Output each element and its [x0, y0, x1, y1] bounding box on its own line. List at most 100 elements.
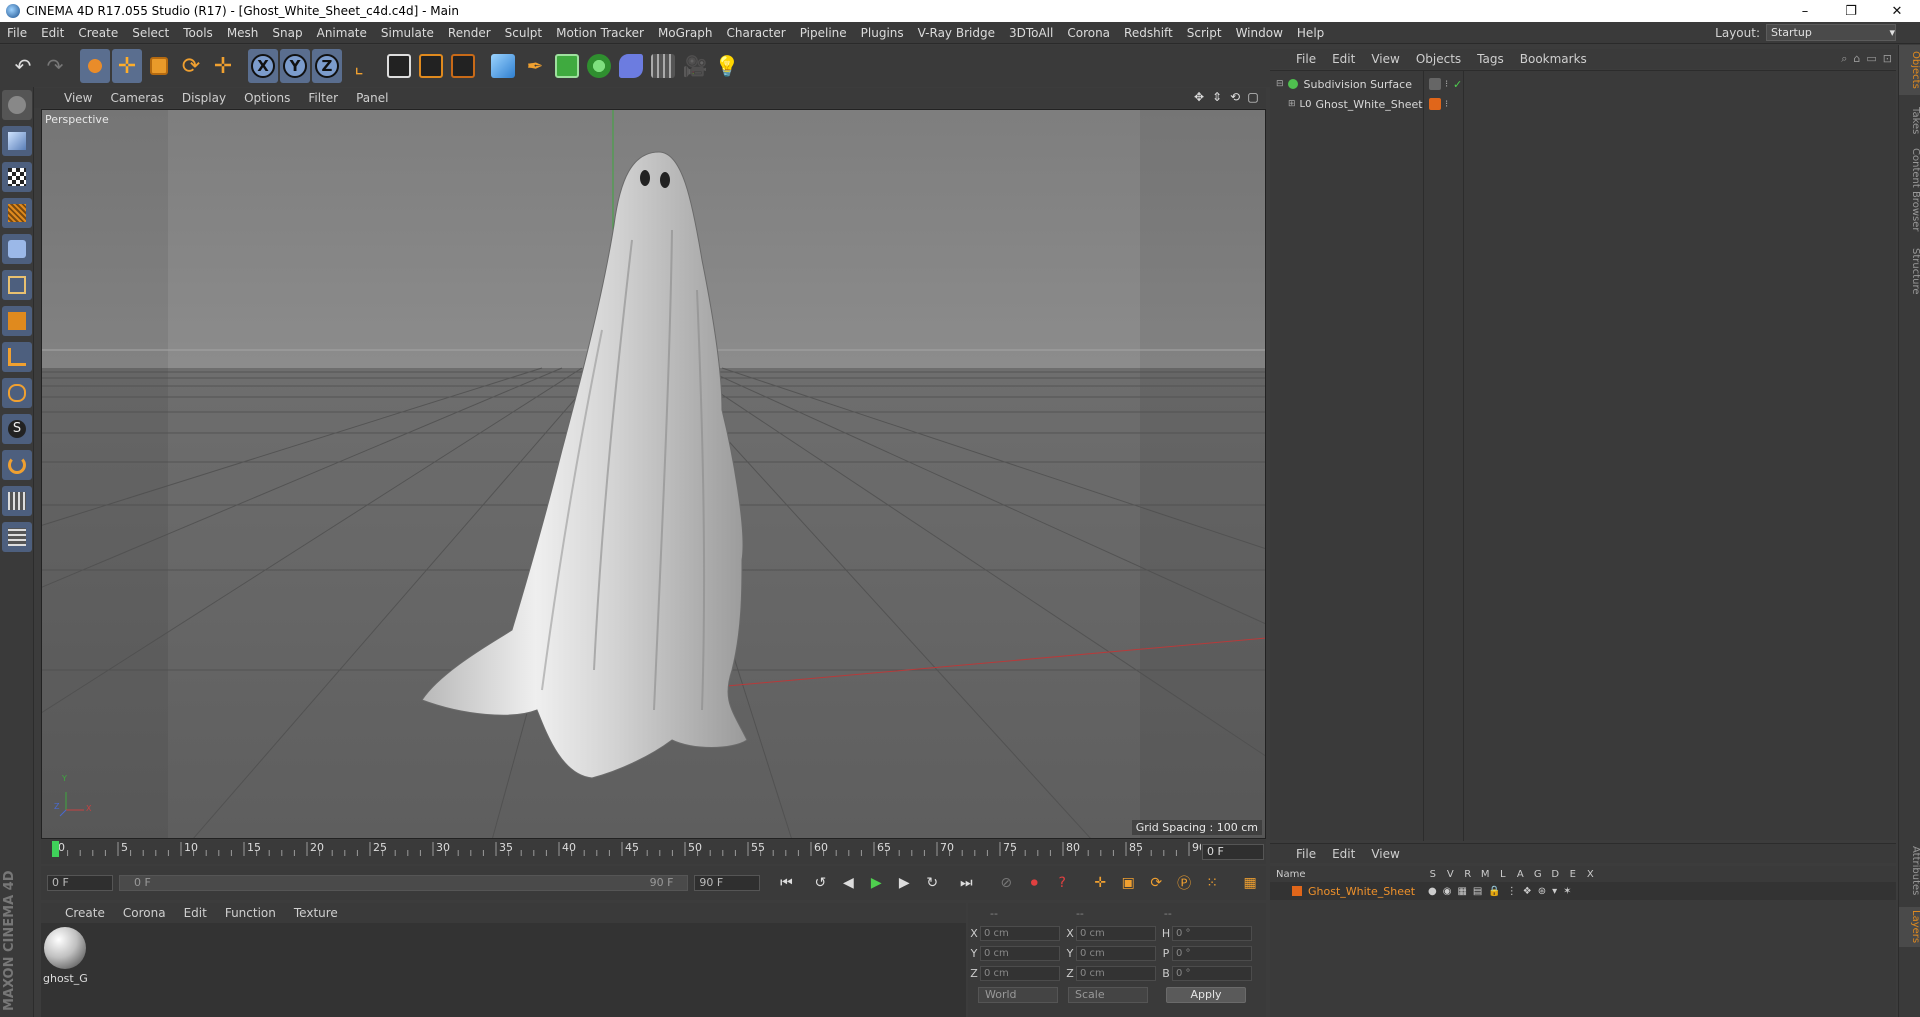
om-menu-objects[interactable]: Objects	[1408, 52, 1469, 66]
dolly-icon[interactable]: ⇕	[1210, 90, 1224, 104]
col-view[interactable]: V	[1442, 869, 1460, 880]
menu-animate[interactable]: Animate	[310, 26, 374, 40]
lm-menu-view[interactable]: View	[1363, 847, 1407, 861]
minimize-button[interactable]: –	[1782, 0, 1828, 22]
redo-button[interactable]: ↷	[40, 49, 70, 83]
om-menu-tags[interactable]: Tags	[1469, 52, 1512, 66]
folder-icon[interactable]: ▭	[1866, 52, 1876, 66]
deformer-button[interactable]	[616, 49, 646, 83]
pan-icon[interactable]: ✥	[1192, 90, 1206, 104]
key-rotation-button[interactable]: ⟳	[1144, 871, 1168, 895]
viewport-menu-options[interactable]: Options	[235, 91, 299, 105]
prev-key-button[interactable]: ↺	[808, 871, 832, 895]
menu-create[interactable]: Create	[71, 26, 125, 40]
rotate-tool-button[interactable]: ⟳	[176, 49, 206, 83]
menu-tools[interactable]: Tools	[176, 26, 220, 40]
layout-select[interactable]: Startup ▾	[1766, 24, 1896, 41]
key-scale-button[interactable]: ▣	[1116, 871, 1140, 895]
menu-window[interactable]: Window	[1229, 26, 1290, 40]
col-deformers[interactable]: D	[1547, 869, 1565, 880]
render-settings-button[interactable]	[448, 49, 478, 83]
key-parameter-button[interactable]: Ⓟ	[1172, 871, 1196, 895]
viewport-menu-filter[interactable]: Filter	[299, 91, 347, 105]
material-menu-edit[interactable]: Edit	[175, 906, 216, 920]
menu-edit[interactable]: Edit	[34, 26, 71, 40]
go-to-end-button[interactable]: ⏭	[954, 871, 978, 895]
prev-frame-button[interactable]: ◀	[836, 871, 860, 895]
record-keys-button[interactable]: ⊘	[994, 871, 1018, 895]
tweak-mode-button[interactable]	[2, 378, 32, 408]
play-button[interactable]: ▶	[864, 871, 888, 895]
menu-motion-tracker[interactable]: Motion Tracker	[549, 26, 651, 40]
close-button[interactable]: ✕	[1874, 0, 1920, 22]
mograph-cloner-button[interactable]	[584, 49, 614, 83]
orbit-icon[interactable]: ⟲	[1228, 90, 1242, 104]
scale-select[interactable]: Scale	[1068, 987, 1148, 1003]
key-pla-button[interactable]: ⁙	[1200, 871, 1224, 895]
layer-toggle-icons[interactable]: ●◉▦▤🔒⋮❖⊛▾✶	[1428, 886, 1578, 897]
size-y-field[interactable]: 0 cm	[1076, 945, 1156, 961]
menu-file[interactable]: File	[0, 26, 34, 40]
y-axis-lock-button[interactable]: Y	[280, 49, 310, 83]
keyframe-selection-button[interactable]: ?	[1050, 871, 1074, 895]
menu-pipeline[interactable]: Pipeline	[793, 26, 854, 40]
timeline-window-button[interactable]: ▦	[1238, 871, 1262, 895]
visibility-dots-icon[interactable]: ⁝	[1445, 99, 1448, 110]
object-row-subdivision[interactable]: ⊟ Subdivision Surface ⁝ ✓	[1270, 75, 1896, 93]
playhead-marker[interactable]	[52, 841, 59, 857]
polygons-mode-button[interactable]	[2, 306, 32, 336]
snapping-button[interactable]	[2, 450, 32, 480]
live-selection-button[interactable]	[80, 49, 110, 83]
expand-icon[interactable]: ⊞	[1288, 99, 1296, 109]
material-menu-function[interactable]: Function	[216, 906, 285, 920]
enabled-check-icon[interactable]: ✓	[1453, 78, 1462, 91]
pos-z-field[interactable]: 0 cm	[980, 965, 1060, 981]
next-frame-button[interactable]: ▶	[892, 871, 916, 895]
timeline[interactable]: 0 5 10 15 20 25 30 35 40 45 50 55 60 65 70 75 80 85 90 0 F	[41, 840, 1266, 864]
planar-workplane-button[interactable]	[2, 522, 32, 552]
menu-vray-bridge[interactable]: V-Ray Bridge	[911, 26, 1002, 40]
current-frame-field[interactable]: 0 F	[1202, 844, 1264, 860]
col-xref[interactable]: X	[1582, 869, 1600, 880]
autokey-button[interactable]: ⏺	[1022, 871, 1046, 895]
next-key-button[interactable]: ↻	[920, 871, 944, 895]
col-solo[interactable]: S	[1424, 869, 1442, 880]
rot-b-field[interactable]: 0 °	[1172, 965, 1252, 981]
subdivision-surface-button[interactable]	[552, 49, 582, 83]
viewport-menu-display[interactable]: Display	[173, 91, 235, 105]
col-locked[interactable]: L	[1494, 869, 1512, 880]
make-editable-button[interactable]	[2, 90, 32, 120]
om-menu-view[interactable]: View	[1363, 52, 1407, 66]
axis-mode-button[interactable]	[2, 342, 32, 372]
transform-tool-button[interactable]: ✛	[208, 49, 238, 83]
cube-object-button[interactable]	[488, 49, 518, 83]
col-manager[interactable]: M	[1477, 869, 1495, 880]
viewport-menu-panel[interactable]: Panel	[347, 91, 397, 105]
camera-object-button[interactable]: 🎥	[680, 49, 710, 83]
col-render[interactable]: R	[1459, 869, 1477, 880]
coordinate-system-button[interactable]: ⌞	[344, 49, 374, 83]
home-icon[interactable]: ⌂	[1853, 52, 1860, 66]
render-picture-viewer-button[interactable]	[416, 49, 446, 83]
points-mode-button[interactable]	[2, 234, 32, 264]
menu-sculpt[interactable]: Sculpt	[498, 26, 549, 40]
z-axis-lock-button[interactable]: Z	[312, 49, 342, 83]
texture-mode-button[interactable]	[2, 162, 32, 192]
visibility-dots-icon[interactable]: ⁝	[1445, 79, 1448, 90]
viewport-menu-view[interactable]: View	[34, 91, 101, 105]
new-view-icon[interactable]: ⊡	[1883, 52, 1892, 66]
col-animation[interactable]: A	[1512, 869, 1530, 880]
object-row-ghost-sheet[interactable]: ⊞ L0 Ghost_White_Sheet ⁝	[1270, 95, 1896, 113]
scale-tool-button[interactable]	[144, 49, 174, 83]
menu-plugins[interactable]: Plugins	[854, 26, 911, 40]
light-object-button[interactable]: 💡	[712, 49, 742, 83]
om-menu-bookmarks[interactable]: Bookmarks	[1512, 52, 1595, 66]
tab-attributes[interactable]: Attributes	[1899, 841, 1920, 901]
key-position-button[interactable]: ✛	[1088, 871, 1112, 895]
collapse-icon[interactable]: ⊟	[1276, 79, 1284, 89]
workplane-mode-button[interactable]	[2, 198, 32, 228]
size-x-field[interactable]: 0 cm	[1076, 925, 1156, 941]
undo-button[interactable]: ↶	[8, 49, 38, 83]
layer-row[interactable]: Ghost_White_Sheet ●◉▦▤🔒⋮❖⊛▾✶	[1270, 882, 1896, 900]
menu-corona[interactable]: Corona	[1060, 26, 1117, 40]
